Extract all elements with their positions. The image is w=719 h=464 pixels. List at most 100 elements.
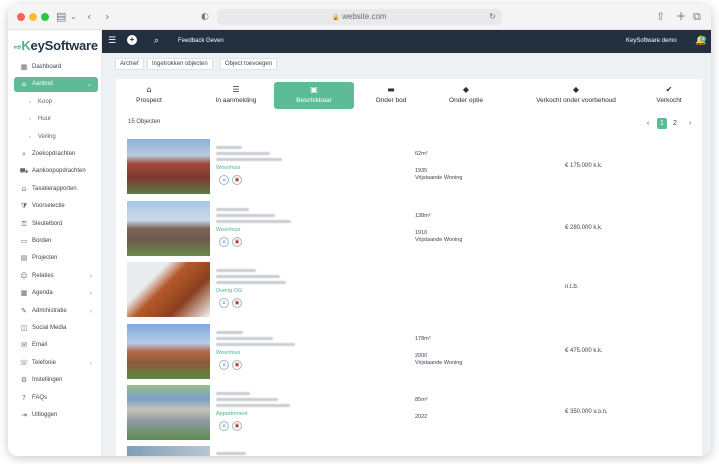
sidebar-item-administratie[interactable]: ✎ Administratie › — [14, 304, 98, 319]
funda-logo-icon[interactable]: ⌂ — [219, 298, 229, 308]
object-row[interactable]: Woonhuis ⌂ ▣ 138m² 1910 Vrijstaande Woning € 2… — [127, 200, 697, 256]
tag-icon: ◆ — [572, 85, 580, 94]
tab-ingetrokken-objecten[interactable]: Ingetrokken objecten — [147, 58, 213, 70]
privacy-shield-icon[interactable]: ◐ — [201, 10, 209, 24]
status-tab-onder-bod[interactable]: ▬ Onder bod — [371, 82, 411, 109]
blurred-address — [216, 207, 249, 211]
share-icon[interactable]: ⇧ — [656, 10, 665, 24]
sidebar-item-uitloggen[interactable]: ⇥ Uitloggen — [14, 408, 98, 423]
chevron-right-icon: › — [89, 290, 92, 298]
sidebar-item-koop[interactable]: ◦ Koop — [14, 95, 98, 110]
sidebar-item-borden[interactable]: ▭ Borden — [14, 234, 98, 249]
sidebar-item-label: Administratie — [32, 307, 67, 314]
blurred-address — [216, 213, 275, 217]
chevron-right-icon: › — [89, 359, 92, 367]
status-tab-prospect[interactable]: ⌂ Prospect — [128, 82, 170, 109]
status-tab-verkocht[interactable]: ✔ Verkocht — [646, 82, 692, 109]
object-year: 2000 — [415, 352, 428, 359]
object-row[interactable]: Woonhuis ⌂ ▣ 178m² 2000 Vrijstaande Woning € 4… — [127, 323, 697, 379]
object-year: 1935 — [415, 168, 428, 174]
sidebar-item-veiling[interactable]: ◦ Veiling — [14, 130, 98, 145]
object-photo[interactable] — [127, 200, 210, 256]
object-type: Woonhuis — [216, 226, 241, 233]
sidebar-item-voorselectie[interactable]: ⧩ Voorselectie — [14, 199, 98, 214]
blurred-address — [216, 152, 270, 155]
feedback-link[interactable]: Feedback Geven — [178, 30, 224, 53]
close-window-button[interactable] — [17, 13, 25, 21]
funda-logo-icon[interactable]: ⌂ — [219, 421, 229, 431]
zoom-window-button[interactable] — [41, 13, 49, 21]
status-tab-onder-optie[interactable]: ◆ Onder optie — [436, 82, 496, 109]
user-name[interactable]: KeySoftware demo — [626, 30, 677, 53]
address-bar[interactable]: 🔒 website.com ↻ — [217, 9, 502, 25]
sidebar-item-relaties[interactable]: ☺ Relaties › — [14, 269, 98, 284]
menu-icon[interactable]: ☰ — [108, 30, 116, 53]
sidebar-item-label: Aankoopopdrachten — [32, 168, 86, 175]
sidebar-item-telefonie[interactable]: ☏ Telefonie › — [14, 356, 98, 371]
pagination-next-icon[interactable]: › — [685, 118, 695, 129]
new-tab-icon[interactable]: + — [676, 9, 686, 23]
pagination-prev-icon[interactable]: ‹ — [643, 118, 653, 129]
sidebar-toggle-icon[interactable]: ▤ — [56, 10, 66, 24]
object-row[interactable]: Woonhuis ⌂ ▣ 62m² 1935 Vrijstaande Woning € 17… — [127, 139, 697, 194]
add-button[interactable]: + — [127, 30, 137, 53]
object-row-partial[interactable] — [127, 446, 697, 456]
funda-logo-icon[interactable]: ⌂ — [219, 236, 229, 247]
sidebar-item-agenda[interactable]: ▦ Agenda › — [14, 286, 98, 301]
publication-icon[interactable]: ▣ — [232, 421, 242, 431]
object-photo[interactable] — [127, 446, 210, 456]
sidebar-item-instellingen[interactable]: ⚙ Instellingen — [14, 373, 98, 388]
object-photo[interactable] — [127, 323, 210, 379]
object-row[interactable]: Appartement ⌂ ▣ 85m² 2022 € 350.000 v.o.n. — [127, 385, 697, 440]
status-tab-beschikbaar[interactable]: ▣ Beschikbaar — [274, 82, 354, 109]
sidebar-item-aanbod[interactable]: ⌂ Aanbod ⌄ — [14, 77, 98, 93]
chevron-down-icon[interactable]: ⌄ — [70, 10, 77, 24]
pagination-page-1[interactable]: 1 — [657, 118, 667, 129]
forward-icon[interactable]: › — [105, 10, 109, 24]
reload-icon[interactable]: ↻ — [489, 9, 496, 25]
home-icon: ⌂ — [146, 85, 152, 94]
status-tab-in-aanmelding[interactable]: ☰ In aanmelding — [211, 82, 261, 109]
object-area: 138m² — [415, 212, 431, 219]
funda-logo-icon[interactable]: ⌂ — [219, 359, 229, 370]
object-kind: Vrijstaande Woning — [415, 236, 463, 243]
publication-icon[interactable]: ▣ — [232, 236, 242, 247]
search-icon[interactable]: ⌕ — [154, 30, 159, 53]
sidebar-item-projecten[interactable]: ▤ Projecten — [14, 251, 98, 266]
pagination-page-2[interactable]: 2 — [670, 118, 680, 129]
sidebar-item-aankoopopdrachten[interactable]: ⛟ Aankoopopdrachten — [14, 164, 98, 179]
object-photo[interactable] — [127, 262, 210, 317]
sidebar-item-label: Telefonie — [32, 359, 57, 366]
tab-archief[interactable]: Archief — [115, 58, 144, 70]
object-count: 15 Objecten — [128, 119, 161, 125]
publication-icon[interactable]: ▣ — [232, 359, 242, 370]
phone-icon: ☏ — [19, 358, 29, 367]
status-tab-verkocht-onder-voorbehoud[interactable]: ◆ Verkocht onder voorbehoud — [526, 82, 626, 109]
sidebar-item-faqs[interactable]: ? FAQs — [14, 391, 98, 406]
sidebar-item-label: Veiling — [38, 133, 56, 140]
tabs-overview-icon[interactable]: ⧉ — [693, 10, 701, 24]
back-icon[interactable]: ‹ — [87, 10, 91, 24]
funda-logo-icon[interactable]: ⌂ — [219, 175, 229, 185]
house-icon: ⌂ — [21, 184, 27, 193]
money-icon: ▬ — [387, 85, 395, 94]
tab-object-toevoegen[interactable]: Object toevoegen — [220, 58, 278, 70]
sidebar-item-taxatierapporten[interactable]: ⌂ Taxatierapporten — [14, 182, 98, 197]
object-price: n.t.b. — [565, 284, 579, 290]
sidebar-item-zoekopdrachten[interactable]: ⌕ Zoekopdrachten — [14, 147, 98, 162]
browser-titlebar: ▤ ⌄ ‹ › ◐ 🔒 website.com ↻ ⇧ + ⧉ — [8, 4, 711, 30]
sidebar-item-social-media[interactable]: ◫ Social Media — [14, 321, 98, 336]
sidebar-item-email[interactable]: ✉ Email — [14, 338, 98, 353]
sidebar-item-huur[interactable]: ◦ Huur — [14, 112, 98, 127]
object-photo[interactable] — [127, 139, 210, 194]
sidebar-item-label: Projecten — [32, 255, 58, 262]
publication-icon[interactable]: ▣ — [232, 175, 242, 185]
object-photo[interactable] — [127, 385, 210, 440]
sidebar-item-sleutelbord[interactable]: ⚿ Sleutelbord — [14, 217, 98, 232]
sidebar-item-dashboard[interactable]: ▦ Dashboard — [14, 60, 98, 75]
app-logo[interactable]: ⇨KeySoftware — [14, 38, 98, 53]
dashboard-icon: ▦ — [20, 63, 28, 71]
publication-icon[interactable]: ▣ — [232, 298, 242, 308]
minimize-window-button[interactable] — [29, 13, 37, 21]
object-row[interactable]: Overig OG ⌂ ▣ n.t.b. — [127, 262, 697, 317]
